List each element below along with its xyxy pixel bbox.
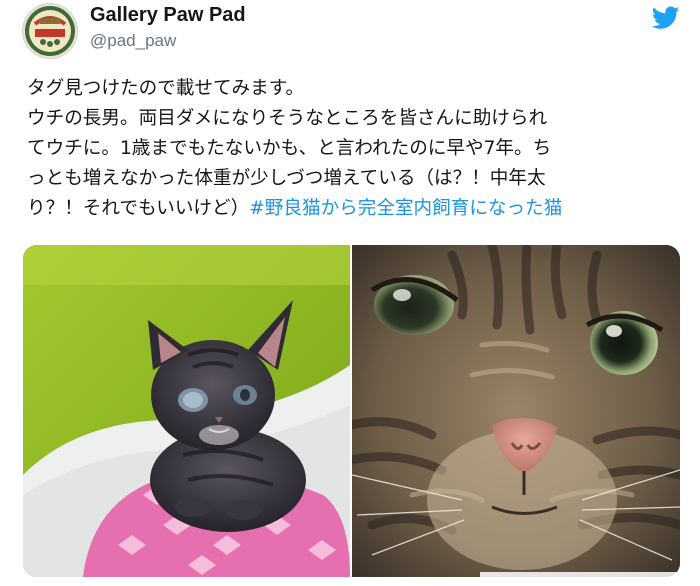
tweet-line: っとも増えなかった体重が少しづつ増えている（は？！中年太 (27, 168, 546, 189)
user-handle[interactable]: @pad_paw (90, 31, 176, 51)
display-name[interactable]: Gallery Paw Pad (90, 4, 246, 27)
hashtag-link[interactable]: #野良猫から完全室内飼育になった猫 (249, 198, 562, 219)
media-grid (23, 245, 680, 577)
tweet-line: タグ見つけたので載せてみます。 (27, 78, 305, 99)
adult-cat-photo[interactable] (352, 245, 680, 577)
tweet-text: タグ見つけたので載せてみます。 ウチの長男。両目ダメになりそうなところを皆さんに… (27, 74, 692, 224)
tweet-line: ウチの長男。両目ダメになりそうなところを皆さんに助けられ (27, 108, 548, 129)
watermark-strip (480, 572, 695, 586)
tweet-line: り？！それでもいいけど）#野良猫から完全室内飼育になった猫 (27, 194, 692, 224)
twitter-bird-icon[interactable] (651, 6, 680, 30)
tweet-line: てウチに。1歳までもたないかも、と言われたのに早や7年。ち (27, 138, 552, 159)
tweet-card: Gallery Paw Pad @pad_paw タグ見つけたので載せてみます。… (0, 0, 700, 586)
gallery-paw-pad-logo-icon (23, 4, 77, 58)
user-avatar[interactable] (22, 3, 78, 59)
tweet-line-text: り？！それでもいいけど） (27, 198, 250, 219)
kitten-photo[interactable] (23, 245, 350, 577)
